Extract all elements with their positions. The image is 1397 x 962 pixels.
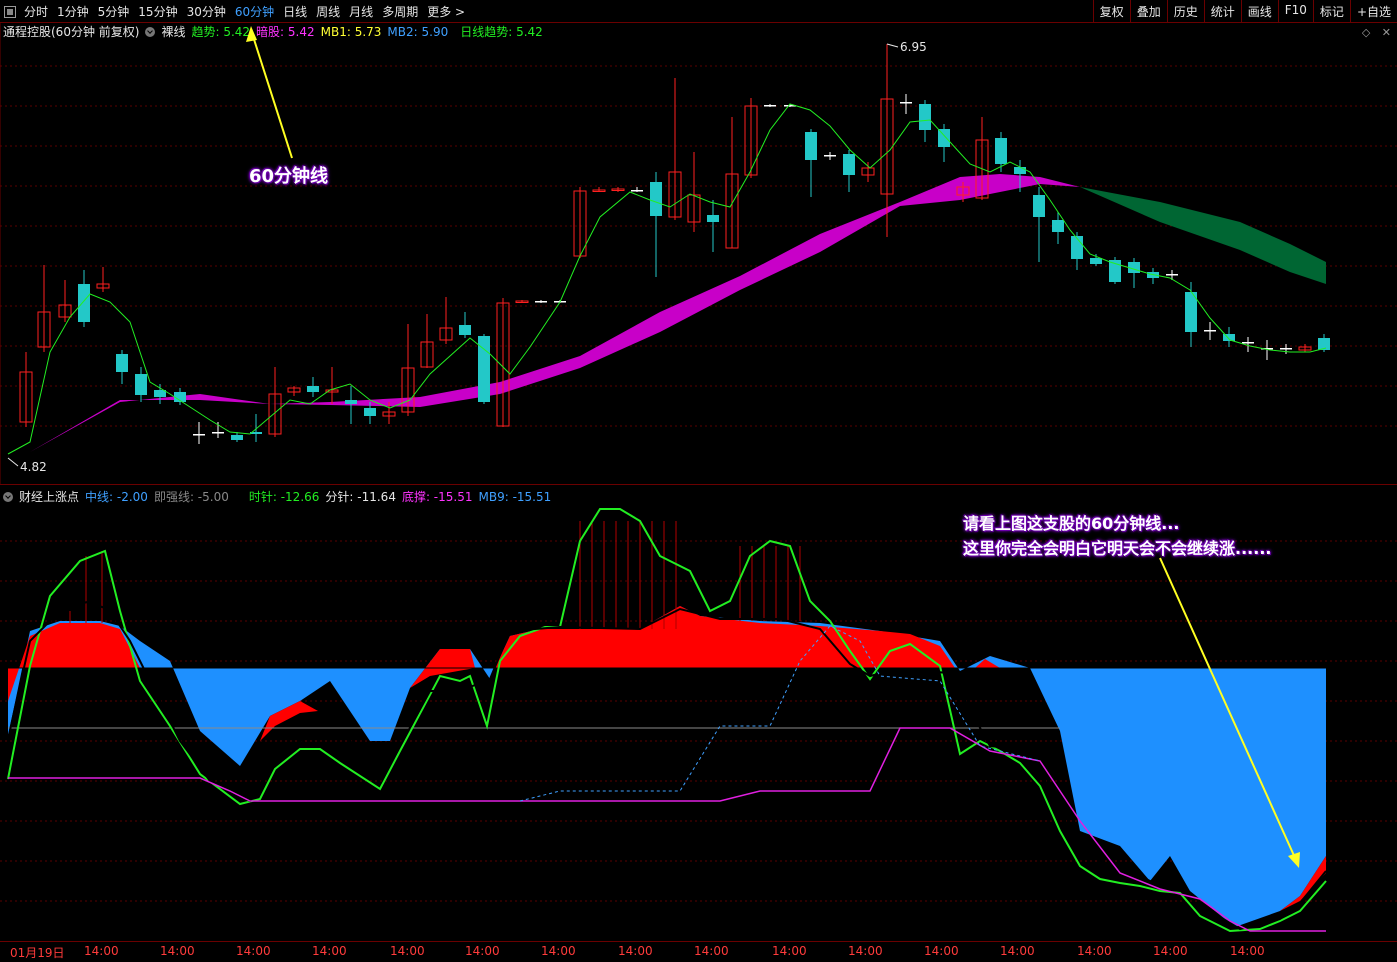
candle-body — [1071, 236, 1083, 259]
red-area — [8, 623, 140, 701]
time-tick-label: 14:00 — [848, 944, 883, 958]
time-tick-label: 14:00 — [618, 944, 653, 958]
low-price-label: 4.82 — [20, 460, 47, 474]
window-icon[interactable] — [4, 5, 16, 18]
tab-period[interactable]: 多周期 — [382, 3, 418, 20]
more-button[interactable]: 更多 > — [427, 3, 465, 20]
panel-divider — [0, 484, 1397, 485]
red-area — [495, 606, 955, 668]
annotation-note: 请看上图这支股的60分钟线... 这里你完全会明白它明天会不会继续涨...... — [963, 511, 1271, 561]
mark-button[interactable]: 标记 — [1312, 0, 1350, 22]
time-tick-label: 14:00 — [312, 944, 347, 958]
candle-body — [805, 132, 817, 160]
candle-body — [231, 435, 243, 440]
annotation-60min: 60分钟线 — [249, 166, 329, 187]
candle-body — [535, 301, 547, 303]
stats-button[interactable]: 统计 — [1203, 0, 1241, 22]
add-watchlist-button[interactable]: +自选 — [1349, 0, 1397, 22]
candle-body — [995, 138, 1007, 164]
candle-body — [1033, 195, 1045, 217]
time-tick-label: 14:00 — [84, 944, 119, 958]
candle-body — [650, 182, 662, 216]
overlay-button[interactable]: 叠加 — [1129, 0, 1167, 22]
high-price-label: 6.95 — [900, 40, 927, 54]
candle-body — [212, 432, 224, 434]
candle-body — [707, 215, 719, 222]
candle-body — [900, 102, 912, 104]
candle-body — [843, 154, 855, 175]
candle-body — [459, 325, 471, 335]
history-button[interactable]: 历史 — [1166, 0, 1204, 22]
low-pointer — [7, 457, 19, 467]
toolbar-right: 复权 叠加 历史 统计 画线 F10 标记 +自选 — [1092, 0, 1397, 22]
candle-body — [1090, 258, 1102, 264]
candle-body — [764, 105, 776, 107]
tab-period-active[interactable]: 60分钟 — [235, 3, 274, 20]
time-tick-label: 14:00 — [465, 944, 500, 958]
candle-body — [78, 284, 90, 322]
candle-body — [1166, 274, 1178, 276]
draw-button[interactable]: 画线 — [1240, 0, 1278, 22]
high-pointer — [886, 43, 899, 48]
candle-body — [631, 190, 643, 192]
tab-period[interactable]: 15分钟 — [138, 3, 177, 20]
candle-body — [1014, 167, 1026, 174]
candle-body — [1052, 220, 1064, 232]
period-tabs: 分时 1分钟 5分钟 15分钟 30分钟 60分钟 日线 周线 月线 多周期 更… — [4, 3, 474, 20]
annotation-line-1: 请看上图这支股的60分钟线... — [963, 514, 1180, 533]
candle-body — [1242, 342, 1254, 344]
candle-body — [938, 129, 950, 147]
time-tick-label: 14:00 — [694, 944, 729, 958]
trend-ribbon — [30, 174, 1080, 452]
candlestick-chart[interactable]: 6.95 4.82 — [0, 22, 1397, 484]
time-tick-label: 14:00 — [236, 944, 271, 958]
tab-period[interactable]: 30分钟 — [187, 3, 226, 20]
time-tick-label: 14:00 — [924, 944, 959, 958]
tab-period[interactable]: 1分钟 — [57, 3, 89, 20]
candle-body — [345, 400, 357, 404]
candle-body — [1280, 348, 1292, 350]
candle-body — [1223, 334, 1235, 341]
time-tick-label: 14:00 — [1230, 944, 1265, 958]
candle-body — [135, 374, 147, 395]
candle-body — [1204, 330, 1216, 332]
dropdown-icon[interactable] — [3, 491, 13, 502]
tab-period[interactable]: 日线 — [283, 3, 307, 20]
annotation-line-2: 这里你完全会明白它明天会不会继续涨...... — [963, 539, 1272, 558]
toolbar: 分时 1分钟 5分钟 15分钟 30分钟 60分钟 日线 周线 月线 多周期 更… — [0, 0, 1397, 23]
tab-period[interactable]: 5分钟 — [98, 3, 130, 20]
time-tick-label: 01月19日 — [10, 946, 65, 960]
indicator-chart[interactable] — [0, 501, 1397, 941]
candle-body — [364, 408, 376, 416]
candle-body — [116, 354, 128, 372]
tab-period[interactable]: 周线 — [316, 3, 340, 20]
time-axis: 01月19日 14:00 14:00 14:00 14:00 14:00 14:00 14:0… — [0, 941, 1397, 962]
tab-period[interactable]: 分时 — [24, 3, 48, 20]
candle-body — [824, 155, 836, 157]
trend-line — [7, 103, 1327, 455]
tab-period[interactable]: 月线 — [349, 3, 373, 20]
restore-rights-button[interactable]: 复权 — [1092, 0, 1130, 22]
f10-button[interactable]: F10 — [1277, 0, 1313, 22]
candle-body — [919, 104, 931, 130]
candle-body — [193, 434, 205, 436]
time-tick-label: 14:00 — [160, 944, 195, 958]
time-tick-label: 14:00 — [541, 944, 576, 958]
time-tick-label: 14:00 — [1000, 944, 1035, 958]
time-tick-label: 14:00 — [1153, 944, 1188, 958]
time-tick-label: 14:00 — [1077, 944, 1112, 958]
time-tick-label: 14:00 — [390, 944, 425, 958]
time-tick-label: 14:00 — [772, 944, 807, 958]
candle-body — [307, 386, 319, 392]
